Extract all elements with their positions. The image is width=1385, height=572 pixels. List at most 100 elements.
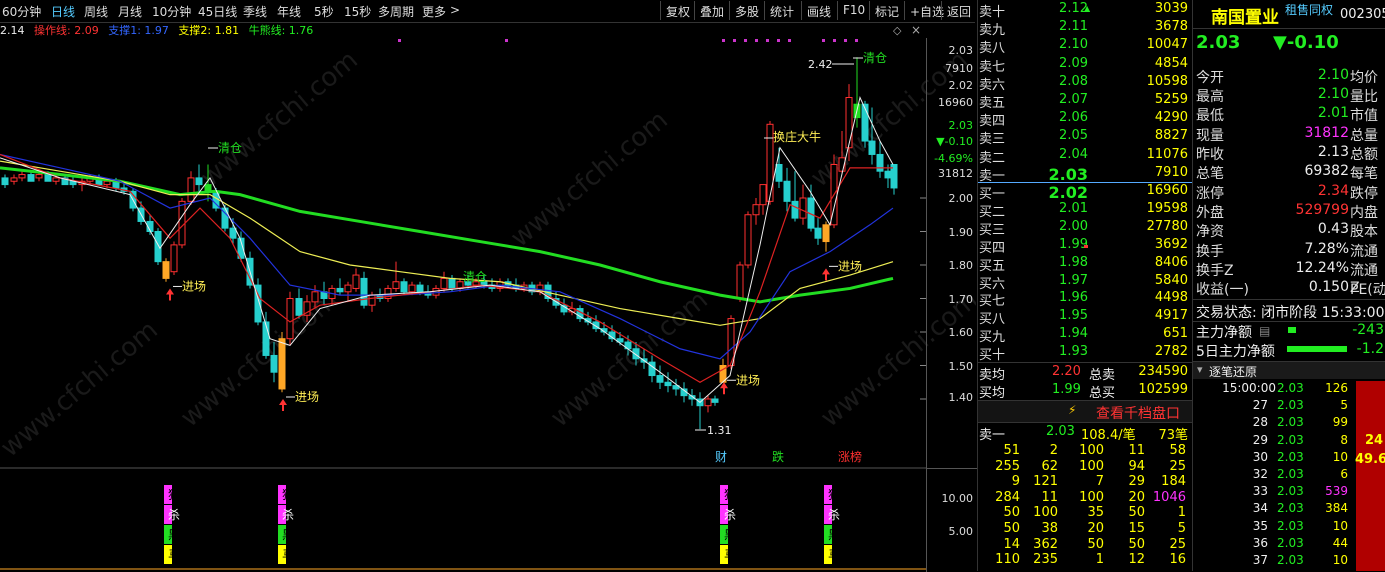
- book-row[interactable]: 买八 1.95 4917: [978, 308, 1192, 328]
- period-more[interactable]: 更多: [422, 3, 446, 20]
- chart-grid: [0, 39, 926, 469]
- book-row[interactable]: 买五 1.98 8406: [978, 255, 1192, 274]
- period-weekly[interactable]: 周线: [84, 3, 108, 20]
- draw-button[interactable]: 画线: [801, 1, 835, 20]
- period-monthly[interactable]: 月线: [118, 3, 142, 20]
- side-value: 24: [1365, 433, 1384, 448]
- candle-body: [408, 284, 416, 293]
- book-row[interactable]: 卖四 2.06 4290: [978, 110, 1192, 129]
- quote-field-label: 净资: [1196, 224, 1224, 241]
- quote-row: 净资 0.43 股本: [1193, 221, 1385, 240]
- book-price: 2.11: [1059, 19, 1088, 35]
- candle-body: [368, 294, 376, 306]
- f10-button[interactable]: F10: [837, 1, 869, 20]
- order-book: 卖十 2.12 3039 卖九 2.11 3678 卖八 2.10 10047 卖七 2.09 485…: [977, 0, 1192, 571]
- stock-code: 002305: [1340, 7, 1385, 22]
- multi-stock-button[interactable]: 多股: [729, 1, 763, 20]
- queue-cell: 50: [1128, 536, 1145, 552]
- book-level-label: 买三: [979, 222, 1006, 238]
- book-price: 2.03: [1048, 164, 1088, 184]
- period-quarterly[interactable]: 季线: [243, 3, 267, 20]
- book-price: 2.09: [1059, 55, 1088, 71]
- book-row[interactable]: 买十 1.93 2782: [978, 344, 1192, 363]
- book-price: 2.12: [1059, 1, 1088, 16]
- quote-field-label2: 量比: [1350, 89, 1378, 106]
- candle-body: [10, 177, 18, 182]
- back-button[interactable]: 返回: [941, 1, 975, 20]
- axis-label: 1.80: [948, 259, 974, 272]
- period-15sec[interactable]: 15秒: [344, 3, 371, 20]
- watermark-text: www.cfchi.com: [195, 45, 364, 193]
- queue-cell: 20: [1087, 521, 1104, 536]
- adjust-button[interactable]: 复权: [660, 1, 694, 20]
- queue-cell: 9: [1011, 474, 1020, 490]
- axis-label: 10.00: [941, 492, 974, 505]
- tick-price: 2.03: [1277, 553, 1304, 567]
- book-row[interactable]: 买一 2.02 16960: [978, 183, 1192, 202]
- book-level-label: 买八: [979, 312, 1006, 328]
- quote-field-value: 31812: [1304, 124, 1349, 141]
- tick-time: 29: [1252, 432, 1268, 447]
- price-axis: 2.03 7910 2.02 16960 2.03 ▼-0.10 -4.69% …: [926, 38, 977, 468]
- book-row[interactable]: 买七 1.96 4498: [978, 290, 1192, 309]
- tick-volume: 10: [1332, 518, 1348, 533]
- period-daily[interactable]: 日线: [51, 3, 75, 20]
- quote-field-label: 现量: [1196, 127, 1224, 144]
- tick-time: 15:00:00: [1222, 381, 1276, 395]
- watermark: www.cfchi.comwww.cfchi.comwww.cfchi.comw…: [0, 45, 976, 463]
- book-row[interactable]: 卖八 2.10 10047: [978, 37, 1192, 56]
- stock-tag[interactable]: 租售同权: [1285, 1, 1333, 18]
- period-10min[interactable]: 10分钟: [152, 3, 191, 20]
- book-row[interactable]: 卖一 2.03 7910: [978, 164, 1192, 184]
- book-row[interactable]: 卖三 2.05 8827: [978, 128, 1192, 147]
- period-multi[interactable]: 多周期: [378, 3, 414, 20]
- signal-glyph: 黑: [724, 528, 736, 542]
- candle-body: [775, 164, 783, 182]
- book-row[interactable]: 卖五 2.07 5259: [978, 92, 1192, 111]
- signal-glyph: 马: [282, 548, 294, 562]
- quote-field-label: 外盘: [1196, 205, 1224, 222]
- candle-body: [440, 277, 448, 289]
- queue-cell: 14: [1003, 536, 1020, 552]
- book-row[interactable]: 卖九 2.11 3678: [978, 19, 1192, 38]
- overlay-button[interactable]: 叠加: [694, 1, 728, 20]
- period-45day[interactable]: 45日线: [198, 3, 237, 20]
- period-60min[interactable]: 60分钟: [2, 3, 41, 20]
- queue-cell: 94: [1128, 458, 1145, 474]
- book-row[interactable]: 买六 1.97 5840: [978, 273, 1192, 292]
- mark-button[interactable]: 标记: [869, 1, 903, 20]
- list-icon[interactable]: ▤: [1259, 324, 1270, 338]
- signal-glyph: 黑: [828, 528, 840, 542]
- book-row[interactable]: 买二 2.01 19598: [978, 201, 1192, 220]
- entry-label: 进场: [838, 259, 862, 273]
- period-yearly[interactable]: 年线: [277, 3, 301, 20]
- tick-time: 28: [1252, 415, 1268, 430]
- close-icon[interactable]: ×: [911, 23, 921, 37]
- candle-body: [814, 227, 822, 239]
- book-summary: 卖均 2.20 总卖 234590 买均 1.99 总买 102599: [978, 362, 1192, 401]
- book-level-label: 买五: [979, 258, 1006, 274]
- quote-row: 最高 2.10 量比: [1193, 86, 1385, 105]
- expand-icon[interactable]: ▾: [1197, 363, 1203, 376]
- book-row[interactable]: 卖二 2.04 11076: [978, 147, 1192, 166]
- tick-time: 35: [1252, 518, 1268, 533]
- ticks-header: ▾ 逐笔还原: [1193, 361, 1385, 379]
- signal-glyph: 马: [828, 548, 840, 562]
- book-row[interactable]: 买三 2.00 27780: [978, 219, 1192, 238]
- book-volume: 4498: [1154, 290, 1188, 306]
- candle-body: [845, 97, 853, 149]
- queue-cell: 38: [1041, 521, 1058, 536]
- stats-button[interactable]: 统计: [764, 1, 798, 20]
- period-5sec[interactable]: 5秒: [314, 3, 334, 20]
- kline-chart[interactable]: www.cfchi.comwww.cfchi.comwww.cfchi.comw…: [0, 38, 976, 571]
- ticks-title[interactable]: 逐笔还原: [1209, 363, 1257, 380]
- qiandang-link[interactable]: ⚡ 查看千档盘口: [978, 400, 1192, 423]
- book-row[interactable]: 卖七 2.09 4854: [978, 55, 1192, 75]
- diamond-icon[interactable]: ◇: [893, 24, 901, 37]
- book-price: 1.99: [1059, 236, 1088, 252]
- book-row[interactable]: 卖六 2.08 10598: [978, 74, 1192, 93]
- candle-body: [799, 197, 807, 219]
- qiandang-label[interactable]: 查看千档盘口: [1096, 403, 1180, 423]
- book-row[interactable]: 买九 1.94 651: [978, 326, 1192, 345]
- queue-cell: 35: [1087, 505, 1104, 521]
